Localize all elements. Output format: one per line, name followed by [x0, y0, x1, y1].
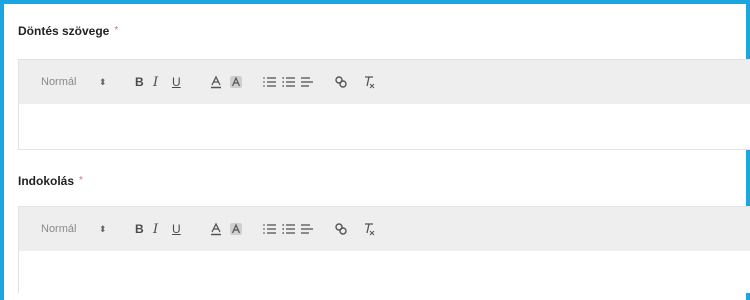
editor-toolbar: Normál ⬍ B I U [19, 60, 750, 104]
italic-button[interactable]: I [153, 207, 158, 251]
bold-button[interactable]: B [135, 60, 144, 104]
field-label-decision-text: Döntés szövege * [18, 24, 118, 38]
align-icon[interactable] [300, 207, 314, 251]
ordered-list-icon[interactable] [263, 207, 277, 251]
clear-format-icon[interactable] [362, 60, 376, 104]
required-indicator: * [79, 175, 83, 186]
field-label-text: Döntés szövege [18, 24, 110, 38]
underline-button[interactable]: U [172, 60, 181, 104]
bullet-list-icon[interactable] [282, 207, 296, 251]
text-color-icon[interactable] [209, 60, 223, 104]
justification-editor: Normál ⬍ B I U [18, 206, 750, 293]
field-label-text: Indokolás [18, 174, 75, 188]
text-color-icon[interactable] [209, 207, 223, 251]
format-select[interactable]: Normál [41, 207, 76, 251]
underline-button[interactable]: U [172, 207, 181, 251]
justification-input[interactable] [19, 251, 750, 293]
ordered-list-icon[interactable] [263, 60, 277, 104]
select-arrow-icon[interactable]: ⬍ [99, 60, 107, 104]
select-arrow-icon[interactable]: ⬍ [99, 207, 107, 251]
editor-toolbar: Normál ⬍ B I U [19, 207, 750, 251]
align-icon[interactable] [300, 60, 314, 104]
format-select[interactable]: Normál [41, 60, 76, 104]
required-indicator: * [114, 25, 119, 36]
italic-button[interactable]: I [153, 60, 158, 104]
bold-button[interactable]: B [135, 207, 144, 251]
decision-text-input[interactable] [19, 104, 750, 149]
link-icon[interactable] [334, 60, 348, 104]
background-color-icon[interactable] [229, 60, 243, 104]
bullet-list-icon[interactable] [282, 60, 296, 104]
decision-text-editor: Normál ⬍ B I U [18, 59, 750, 150]
field-label-justification: Indokolás * [18, 174, 83, 188]
link-icon[interactable] [334, 207, 348, 251]
clear-format-icon[interactable] [362, 207, 376, 251]
background-color-icon[interactable] [229, 207, 243, 251]
